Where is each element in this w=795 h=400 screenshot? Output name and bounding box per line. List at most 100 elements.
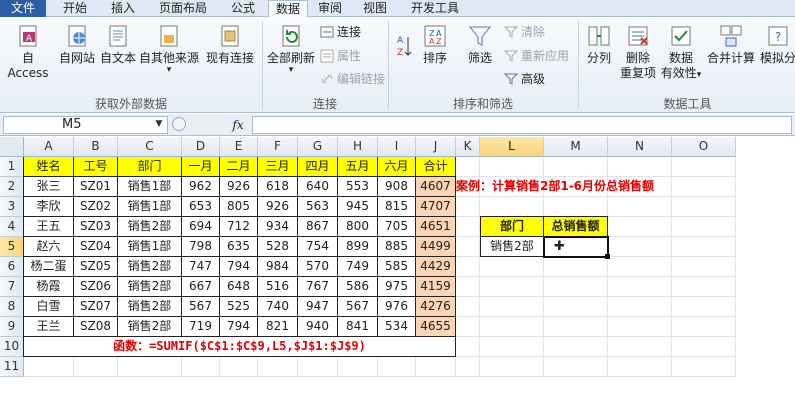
table-cell[interactable]: 销售2部 [118, 217, 182, 237]
total-cell[interactable]: 4707 [416, 197, 456, 217]
table-cell[interactable]: 525 [220, 297, 258, 317]
table-cell[interactable]: 962 [182, 177, 220, 197]
table-header-cell[interactable]: 部门 [118, 157, 182, 177]
table-cell[interactable]: 567 [182, 297, 220, 317]
table-cell[interactable]: 749 [338, 257, 378, 277]
connections-button[interactable]: 连接 [320, 25, 361, 43]
table-cell[interactable]: 719 [182, 317, 220, 337]
reapply-button[interactable]: 重新应用 [504, 49, 569, 67]
row-header[interactable]: 10 [0, 337, 24, 357]
sort-button[interactable]: ZAAZ 排序 [420, 23, 450, 66]
tab-view[interactable]: 视图 [355, 0, 395, 17]
row-header[interactable]: 6 [0, 257, 24, 277]
tab-home[interactable]: 开始 [52, 0, 98, 17]
empty-cell[interactable] [544, 357, 608, 377]
empty-cell[interactable] [608, 337, 672, 357]
table-cell[interactable]: 528 [258, 237, 298, 257]
table-cell[interactable]: 934 [258, 217, 298, 237]
table-cell[interactable]: 570 [298, 257, 338, 277]
empty-cell[interactable] [456, 157, 480, 177]
table-cell[interactable]: 740 [258, 297, 298, 317]
table-cell[interactable]: 908 [378, 177, 416, 197]
total-cell[interactable]: 4651 [416, 217, 456, 237]
empty-cell[interactable] [608, 237, 672, 257]
column-header[interactable]: E [220, 137, 258, 157]
tab-formulas[interactable]: 公式 [220, 0, 266, 17]
table-cell[interactable]: 940 [298, 317, 338, 337]
properties-button[interactable]: 属性 [320, 49, 361, 67]
column-header[interactable]: F [258, 137, 298, 157]
column-header[interactable]: D [182, 137, 220, 157]
empty-cell[interactable] [480, 357, 544, 377]
sort-asc-button[interactable]: AZ [396, 31, 415, 58]
empty-cell[interactable] [338, 357, 378, 377]
table-cell[interactable]: 王兰 [24, 317, 74, 337]
column-header[interactable]: N [608, 137, 672, 157]
empty-cell[interactable] [118, 357, 182, 377]
empty-cell[interactable] [672, 237, 736, 257]
insert-function-button[interactable]: fx [228, 117, 248, 133]
empty-cell[interactable] [480, 157, 544, 177]
empty-cell[interactable] [74, 357, 118, 377]
table-cell[interactable]: 618 [258, 177, 298, 197]
empty-cell[interactable] [258, 357, 298, 377]
table-cell[interactable]: SZ04 [74, 237, 118, 257]
empty-cell[interactable] [456, 337, 480, 357]
table-cell[interactable]: 794 [220, 257, 258, 277]
consolidate-button[interactable]: 合并计算 [704, 23, 758, 66]
table-cell[interactable]: 794 [220, 317, 258, 337]
empty-cell[interactable] [672, 217, 736, 237]
empty-cell[interactable] [544, 197, 608, 217]
tab-insert[interactable]: 插入 [100, 0, 146, 17]
table-cell[interactable]: SZ05 [74, 257, 118, 277]
table-cell[interactable]: 841 [338, 317, 378, 337]
text-to-columns-button[interactable]: 分列 [584, 23, 614, 66]
empty-cell[interactable] [456, 257, 480, 277]
select-all-corner[interactable] [0, 137, 24, 157]
empty-cell[interactable] [480, 197, 544, 217]
data-validation-button[interactable]: 数据 有效性▾ [660, 23, 702, 83]
formula-note[interactable]: 函数：=SUMIF($C$1:$C$9,L5,$J$1:$J$9) [24, 337, 456, 357]
table-cell[interactable]: 销售1部 [118, 197, 182, 217]
empty-cell[interactable] [182, 357, 220, 377]
total-cell[interactable]: 4159 [416, 277, 456, 297]
table-cell[interactable]: 747 [182, 257, 220, 277]
tab-page-layout[interactable]: 页面布局 [148, 0, 218, 17]
column-header[interactable]: I [378, 137, 416, 157]
row-header[interactable]: 8 [0, 297, 24, 317]
table-cell[interactable]: 杨霞 [24, 277, 74, 297]
table-cell[interactable]: 821 [258, 317, 298, 337]
empty-cell[interactable] [456, 277, 480, 297]
empty-cell[interactable] [608, 297, 672, 317]
advanced-filter-button[interactable]: 高级 [504, 72, 545, 90]
total-cell[interactable]: 4276 [416, 297, 456, 317]
row-header[interactable]: 3 [0, 197, 24, 217]
row-header[interactable]: 2 [0, 177, 24, 197]
table-cell[interactable]: SZ07 [74, 297, 118, 317]
existing-connections-button[interactable]: 现有连接 [200, 23, 260, 66]
column-header[interactable]: M [544, 137, 608, 157]
empty-cell[interactable] [544, 157, 608, 177]
table-cell[interactable]: 563 [298, 197, 338, 217]
empty-cell[interactable] [608, 277, 672, 297]
total-cell[interactable]: 4607 [416, 177, 456, 197]
table-header-cell[interactable]: 姓名 [24, 157, 74, 177]
empty-cell[interactable] [672, 277, 736, 297]
row-header[interactable]: 9 [0, 317, 24, 337]
chevron-down-icon[interactable]: ▼ [152, 117, 166, 131]
empty-cell[interactable] [544, 297, 608, 317]
empty-cell[interactable] [672, 297, 736, 317]
table-cell[interactable]: 销售2部 [118, 297, 182, 317]
table-cell[interactable]: 694 [182, 217, 220, 237]
tab-developer[interactable]: 开发工具 [400, 0, 470, 17]
table-cell[interactable]: 534 [378, 317, 416, 337]
table-cell[interactable]: 销售2部 [118, 277, 182, 297]
table-cell[interactable]: 667 [182, 277, 220, 297]
table-cell[interactable]: 798 [182, 237, 220, 257]
table-cell[interactable]: 567 [338, 297, 378, 317]
formula-input[interactable] [252, 116, 792, 134]
table-header-cell[interactable]: 工号 [74, 157, 118, 177]
table-cell[interactable]: 712 [220, 217, 258, 237]
table-cell[interactable]: 815 [378, 197, 416, 217]
from-other-sources-button[interactable]: 自其他来源 ▾ [138, 23, 200, 75]
